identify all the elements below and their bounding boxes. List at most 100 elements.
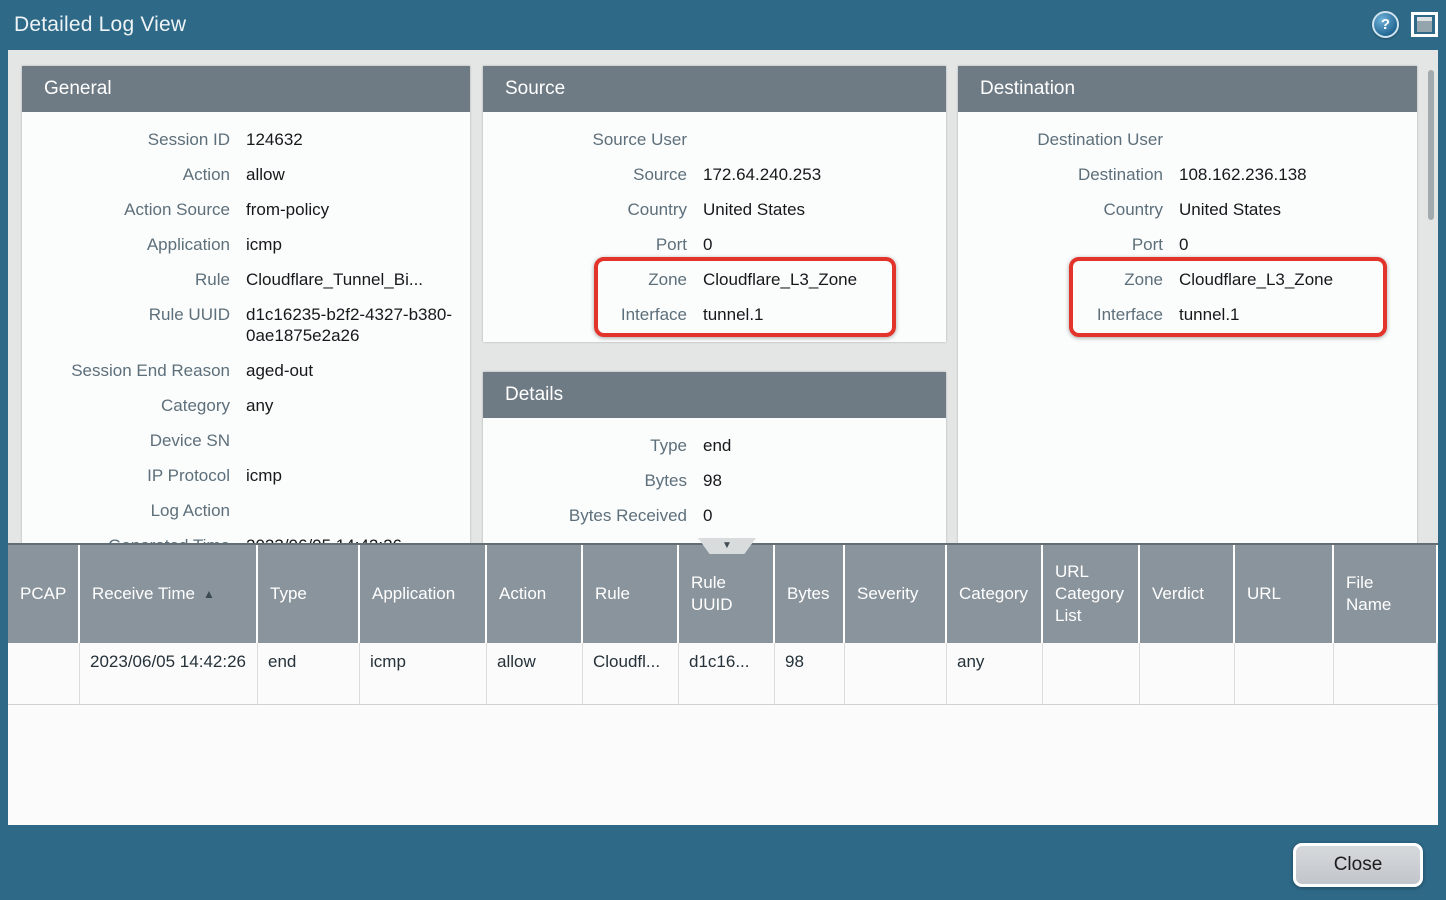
column-label: Action bbox=[499, 583, 546, 605]
column-header-rule[interactable]: Rule bbox=[583, 545, 679, 643]
field-row-country: Country United States bbox=[958, 192, 1417, 227]
field-value: Cloudflare_L3_Zone bbox=[687, 269, 946, 290]
column-header-pcap[interactable]: PCAP bbox=[8, 545, 80, 643]
panel-title: Details bbox=[505, 384, 563, 406]
destination-panel: Destination Destination User Destination… bbox=[958, 66, 1417, 543]
column-label: URL Category List bbox=[1055, 561, 1126, 627]
field-value: United States bbox=[687, 199, 946, 220]
field-label: Zone bbox=[958, 269, 1163, 290]
field-row-port: Port 0 bbox=[958, 227, 1417, 262]
panel-title: General bbox=[44, 78, 112, 100]
field-row-source-user: Source User bbox=[483, 122, 946, 157]
cell-category: any bbox=[947, 643, 1043, 705]
field-label: Bytes bbox=[483, 470, 687, 491]
scrollbar-thumb[interactable] bbox=[1428, 70, 1434, 220]
field-value: 2023/06/05 14:42:26 bbox=[230, 535, 470, 543]
panel-title: Source bbox=[505, 78, 565, 100]
cell-receive-time: 2023/06/05 14:42:26 bbox=[80, 643, 258, 705]
general-panel: General Session ID 124632 Action allow A… bbox=[22, 66, 470, 543]
source-panel-body: Source User Source 172.64.240.253 Countr… bbox=[483, 112, 946, 332]
cell-file-name bbox=[1334, 643, 1438, 705]
collapse-panel-icon: ▼ bbox=[722, 541, 732, 551]
column-header-rule-uuid[interactable]: Rule UUID bbox=[679, 545, 775, 643]
help-glyph: ? bbox=[1381, 16, 1390, 33]
column-header-receive-time[interactable]: Receive Time▲ bbox=[80, 545, 258, 643]
cell-rule: Cloudfl... bbox=[583, 643, 679, 705]
field-row-generated-time: Generated Time 2023/06/05 14:42:26 bbox=[22, 528, 470, 543]
column-label: Severity bbox=[857, 583, 918, 605]
column-label: Rule bbox=[595, 583, 630, 605]
dialog-title: Detailed Log View bbox=[0, 13, 186, 37]
table-row[interactable]: 2023/06/05 14:42:26 end icmp allow Cloud… bbox=[8, 643, 1438, 705]
field-value: d1c16235-b2f2-4327-b380-0ae1875e2a26 bbox=[230, 304, 470, 346]
field-row-ip-protocol: IP Protocol icmp bbox=[22, 458, 470, 493]
column-label: Application bbox=[372, 583, 455, 605]
field-row-rule-uuid: Rule UUID d1c16235-b2f2-4327-b380-0ae187… bbox=[22, 297, 470, 353]
column-label: Verdict bbox=[1152, 583, 1204, 605]
field-value: from-policy bbox=[230, 199, 470, 220]
close-button[interactable]: Close bbox=[1293, 843, 1423, 887]
details-panel: Details Type end Bytes 98 Bytes Received… bbox=[483, 372, 946, 543]
field-label: Action Source bbox=[22, 199, 230, 220]
column-header-type[interactable]: Type bbox=[258, 545, 360, 643]
general-panel-header: General bbox=[22, 66, 470, 112]
restore-window-icon[interactable] bbox=[1411, 12, 1438, 37]
source-panel: Source Source User Source 172.64.240.253… bbox=[483, 66, 946, 342]
detailed-log-view-dialog: Detailed Log View ? General Session ID 1… bbox=[0, 0, 1446, 900]
field-row-zone: Zone Cloudflare_L3_Zone bbox=[958, 262, 1417, 297]
field-value: icmp bbox=[230, 465, 470, 486]
field-label: IP Protocol bbox=[22, 465, 230, 486]
column-header-file-name[interactable]: File Name bbox=[1334, 545, 1438, 643]
field-row-port: Port 0 bbox=[483, 227, 946, 262]
field-value: 108.162.236.138 bbox=[1163, 164, 1417, 185]
column-label: File Name bbox=[1346, 572, 1394, 616]
field-row-category: Category any bbox=[22, 388, 470, 423]
column-header-bytes[interactable]: Bytes bbox=[775, 545, 845, 643]
field-value: allow bbox=[230, 164, 470, 185]
titlebar-icons: ? bbox=[1372, 11, 1438, 38]
field-value: tunnel.1 bbox=[687, 304, 946, 325]
field-label: Bytes Received bbox=[483, 505, 687, 526]
field-label: Interface bbox=[483, 304, 687, 325]
field-label: Application bbox=[22, 234, 230, 255]
field-row-action-source: Action Source from-policy bbox=[22, 192, 470, 227]
column-header-application[interactable]: Application bbox=[360, 545, 487, 643]
field-value: 0 bbox=[1163, 234, 1417, 255]
field-row-type: Type end bbox=[483, 428, 946, 463]
field-label: Action bbox=[22, 164, 230, 185]
field-row-device-sn: Device SN bbox=[22, 423, 470, 458]
field-label: Log Action bbox=[22, 500, 230, 521]
field-row-interface: Interface tunnel.1 bbox=[958, 297, 1417, 332]
field-row-destination-user: Destination User bbox=[958, 122, 1417, 157]
column-header-category[interactable]: Category bbox=[947, 545, 1043, 643]
field-label: Type bbox=[483, 435, 687, 456]
column-label: URL bbox=[1247, 583, 1281, 605]
help-icon[interactable]: ? bbox=[1372, 11, 1399, 38]
column-header-action[interactable]: Action bbox=[487, 545, 583, 643]
cell-application: icmp bbox=[360, 643, 487, 705]
field-value: 98 bbox=[687, 470, 946, 491]
field-row-session-end-reason: Session End Reason aged-out bbox=[22, 353, 470, 388]
field-value: 124632 bbox=[230, 129, 470, 150]
field-row-zone: Zone Cloudflare_L3_Zone bbox=[483, 262, 946, 297]
field-row-bytes-received: Bytes Received 0 bbox=[483, 498, 946, 533]
field-value: tunnel.1 bbox=[1163, 304, 1417, 325]
general-panel-body: Session ID 124632 Action allow Action So… bbox=[22, 112, 470, 543]
column-header-verdict[interactable]: Verdict bbox=[1140, 545, 1235, 643]
field-label: Source User bbox=[483, 129, 687, 150]
field-value: United States bbox=[1163, 199, 1417, 220]
field-value: end bbox=[687, 435, 946, 456]
field-label: Source bbox=[483, 164, 687, 185]
restore-window-glyph bbox=[1417, 17, 1432, 32]
column-header-url-category-list[interactable]: URL Category List bbox=[1043, 545, 1140, 643]
field-label: Interface bbox=[958, 304, 1163, 325]
cell-severity bbox=[845, 643, 947, 705]
column-header-severity[interactable]: Severity bbox=[845, 545, 947, 643]
field-label: Category bbox=[22, 395, 230, 416]
cell-rule-uuid: d1c16... bbox=[679, 643, 775, 705]
field-row-action: Action allow bbox=[22, 157, 470, 192]
field-label: Destination bbox=[958, 164, 1163, 185]
field-row-destination: Destination 108.162.236.138 bbox=[958, 157, 1417, 192]
column-header-url[interactable]: URL bbox=[1235, 545, 1334, 643]
field-value: Cloudflare_Tunnel_Bi... bbox=[230, 269, 470, 290]
